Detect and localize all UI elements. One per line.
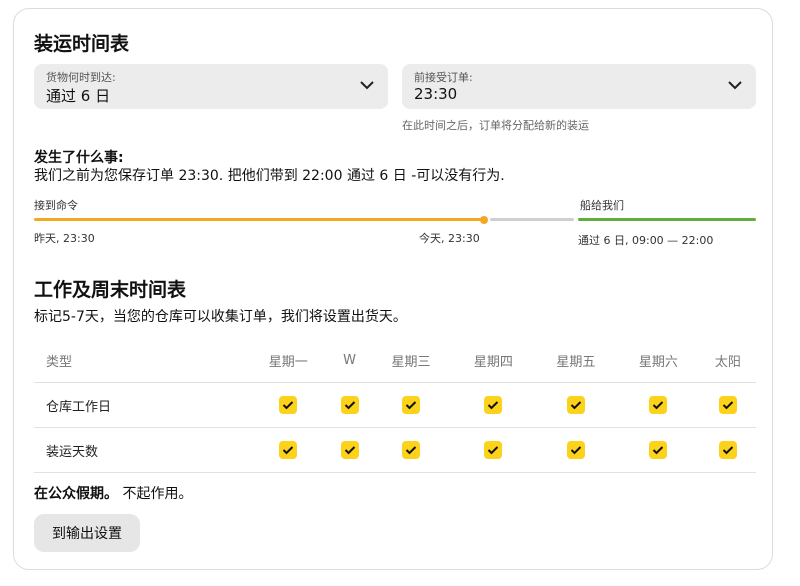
shipping-day-checkbox[interactable] — [649, 441, 668, 459]
timeline-ship-time: 通过 6 日, 09:00 — 22:00 — [578, 234, 714, 247]
warehouse-day-checkbox[interactable] — [401, 396, 420, 414]
timeline-now-time: 今天, 23:30 — [419, 232, 480, 245]
check-icon — [488, 446, 499, 455]
check-icon — [653, 446, 664, 455]
check-icon — [283, 401, 294, 410]
day-header: 星期三 — [369, 339, 453, 383]
check-icon — [570, 401, 582, 410]
check-icon — [653, 401, 664, 410]
day-header: 星期五 — [534, 339, 618, 383]
check-icon — [722, 446, 734, 455]
check-icon — [405, 401, 417, 410]
timeline-start-time: 昨天, 23:30 — [34, 232, 95, 245]
table-row: 仓库工作日 — [34, 382, 756, 428]
schedule-title: 工作及周末时间表 — [34, 279, 187, 301]
accept-select-value: 23:30 — [414, 85, 458, 103]
warehouse-day-checkbox[interactable] — [649, 396, 668, 414]
what-happened-title: 发生了什么事: — [34, 150, 124, 166]
chevron-down-icon — [360, 81, 374, 90]
arrival-select[interactable]: 货物何时到达: 通过 6 日 — [34, 64, 388, 109]
shipping-day-checkbox[interactable] — [401, 441, 420, 459]
check-icon — [722, 401, 734, 410]
timeline-left-label: 接到命令 — [34, 199, 78, 212]
check-icon — [344, 401, 355, 410]
card-title: 装运时间表 — [34, 33, 130, 55]
check-icon — [344, 446, 355, 455]
arrival-select-label: 货物何时到达: — [46, 71, 116, 84]
day-header: 星期四 — [452, 339, 535, 383]
shipping-day-checkbox[interactable] — [340, 441, 359, 459]
timeline-gray-bar — [490, 218, 574, 221]
timeline-orange-bar — [34, 218, 484, 221]
day-header: W — [329, 339, 370, 383]
warehouse-day-checkbox[interactable] — [484, 396, 503, 414]
chevron-down-icon — [728, 81, 742, 90]
day-header: 太阳 — [699, 339, 756, 383]
warehouse-day-checkbox[interactable] — [279, 396, 298, 414]
timeline-right-label: 船给我们 — [580, 199, 624, 212]
output-settings-button[interactable]: 到输出设置 — [34, 514, 140, 552]
schedule-table: 类型 星期一 W 星期三 星期四 星期五 星期六 太阳 仓库工作日 装运天数 — [34, 339, 756, 473]
check-icon — [570, 446, 582, 455]
warehouse-day-checkbox[interactable] — [718, 396, 737, 414]
day-header: 星期六 — [617, 339, 700, 383]
accept-select-label: 前接受订单: — [414, 71, 473, 84]
shipping-day-checkbox[interactable] — [279, 441, 298, 459]
holiday-note-bold: 在公众假期。 — [34, 486, 118, 502]
shipping-day-checkbox[interactable] — [566, 441, 585, 459]
check-icon — [405, 446, 417, 455]
accept-hint: 在此时间之后，订单将分配给新的装运 — [402, 119, 589, 132]
holiday-note-text: 不起作用。 — [122, 486, 193, 502]
row-label: 装运天数 — [34, 427, 247, 473]
check-icon — [283, 446, 294, 455]
schedule-description: 标记5-7天，当您的仓库可以收集订单，我们将设置出货天。 — [34, 309, 407, 325]
check-icon — [488, 401, 499, 410]
shipping-schedule-card: 装运时间表 货物何时到达: 通过 6 日 前接受订单: 23:30 在此时间之后… — [13, 8, 773, 570]
what-happened-text: 我们之前为您保存订单 23:30. 把他们带到 22:00 通过 6 日 -可以… — [34, 168, 505, 184]
holiday-note: 在公众假期。 不起作用。 — [34, 483, 192, 503]
shipping-day-checkbox[interactable] — [484, 441, 503, 459]
timeline-now-dot — [480, 216, 488, 224]
warehouse-day-checkbox[interactable] — [340, 396, 359, 414]
schedule-header-row: 类型 星期一 W 星期三 星期四 星期五 星期六 太阳 — [34, 339, 756, 383]
table-row: 装运天数 — [34, 427, 756, 473]
accept-select[interactable]: 前接受订单: 23:30 — [402, 64, 756, 109]
row-label: 仓库工作日 — [34, 382, 247, 428]
warehouse-day-checkbox[interactable] — [566, 396, 585, 414]
arrival-select-value: 通过 6 日 — [46, 87, 111, 105]
type-header: 类型 — [34, 339, 247, 383]
timeline-green-bar — [578, 218, 756, 221]
day-header: 星期一 — [247, 339, 330, 383]
shipping-day-checkbox[interactable] — [718, 441, 737, 459]
